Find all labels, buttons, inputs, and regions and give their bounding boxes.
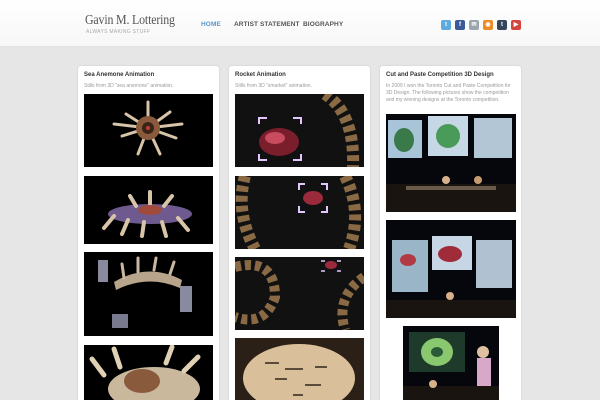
post-card-sea-anemone: Sea Anemone Animation Stills from 3D "se… — [78, 66, 219, 400]
post-title[interactable]: Cut and Paste Competition 3D Design — [386, 72, 494, 78]
facebook-icon[interactable]: f — [455, 20, 465, 30]
email-icon[interactable]: ✉ — [469, 20, 479, 30]
competition-photo-1[interactable] — [386, 114, 516, 212]
rocket-still-2[interactable] — [235, 176, 364, 249]
site-tagline: ALWAYS MAKING STUFF — [86, 29, 151, 35]
rocket-still-4[interactable] — [235, 338, 364, 400]
site-header: Gavin M. Lottering ALWAYS MAKING STUFF H… — [0, 0, 600, 47]
social-links: t f ✉ ◉ t ▶ — [441, 20, 521, 30]
post-card-rocket: Rocket Animation Stills from 3D "smarket… — [229, 66, 370, 400]
anemone-still-3[interactable] — [84, 252, 213, 336]
rocket-still-3[interactable] — [235, 257, 364, 330]
post-title[interactable]: Rocket Animation — [235, 72, 286, 78]
post-card-cut-and-paste: Cut and Paste Competition 3D Design In 2… — [380, 66, 521, 400]
post-description: Stills from 3D "sea anemone" animation. — [84, 83, 174, 89]
post-title[interactable]: Sea Anemone Animation — [84, 72, 154, 78]
tumblr-icon[interactable]: t — [497, 20, 507, 30]
post-description: Stills from 3D "smarket" animation. — [235, 83, 312, 89]
anemone-still-2[interactable] — [84, 176, 213, 244]
nav-artist-statement[interactable]: ARTIST STATEMENT — [234, 21, 300, 28]
twitter-icon[interactable]: t — [441, 20, 451, 30]
site-title[interactable]: Gavin M. Lottering — [85, 13, 175, 29]
competition-photo-3[interactable] — [403, 326, 499, 400]
post-description: In 2009 I won the Toronto Cut and Paste … — [386, 83, 511, 103]
nav-biography[interactable]: BIOGRAPHY — [303, 21, 343, 28]
anemone-still-1[interactable] — [84, 94, 213, 167]
competition-photo-2[interactable] — [386, 220, 516, 318]
rss-icon[interactable]: ◉ — [483, 20, 493, 30]
youtube-icon[interactable]: ▶ — [511, 20, 521, 30]
rocket-still-1[interactable] — [235, 94, 364, 167]
nav-home[interactable]: HOME — [201, 21, 221, 28]
anemone-still-4[interactable] — [84, 345, 213, 400]
